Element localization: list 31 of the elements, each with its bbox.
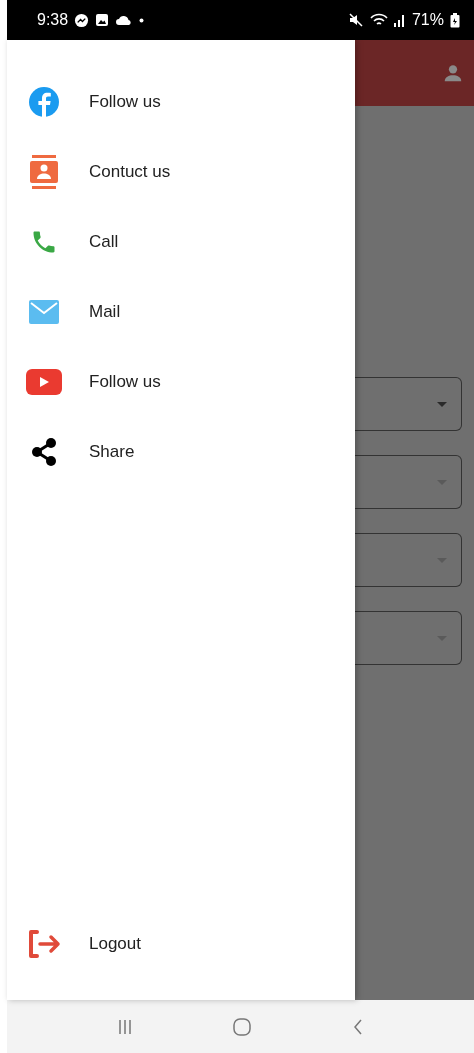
drawer-menu-item[interactable]: Contuct us (7, 137, 355, 207)
video-play-icon (26, 369, 62, 395)
drawer-menu-item[interactable]: Mail (7, 277, 355, 347)
share-icon (31, 438, 57, 466)
drawer-menu-item[interactable]: Share (7, 417, 355, 487)
back-icon (353, 1018, 364, 1035)
recent-apps-icon (117, 1018, 132, 1035)
status-time: 9:38 (37, 11, 69, 29)
home-icon (233, 1017, 252, 1036)
battery-percentage: 71% (411, 11, 444, 29)
contact-card-icon (29, 154, 59, 190)
facebook-icon (28, 86, 60, 118)
drawer-menu-item[interactable]: Call (7, 207, 355, 277)
logout-icon (26, 929, 62, 959)
envelope-icon (29, 300, 59, 324)
person-icon[interactable] (442, 62, 464, 84)
dropdown-field[interactable] (355, 377, 462, 431)
dot-icon (139, 17, 145, 23)
drawer-menu-item[interactable]: Logout (7, 909, 355, 979)
messenger-icon (74, 12, 90, 28)
cloud-icon (115, 14, 134, 26)
drawer-menu-item[interactable]: Follow us (7, 347, 355, 417)
signal-icon (393, 13, 406, 27)
battery-icon (450, 12, 460, 28)
dropdown-field[interactable] (355, 611, 462, 665)
wifi-icon (369, 12, 388, 28)
dropdown-field[interactable] (355, 455, 462, 509)
image-icon (95, 13, 110, 27)
mute-icon (347, 12, 364, 28)
drawer-menu-item[interactable]: Follow us (7, 67, 355, 137)
dropdown-field[interactable] (355, 533, 462, 587)
